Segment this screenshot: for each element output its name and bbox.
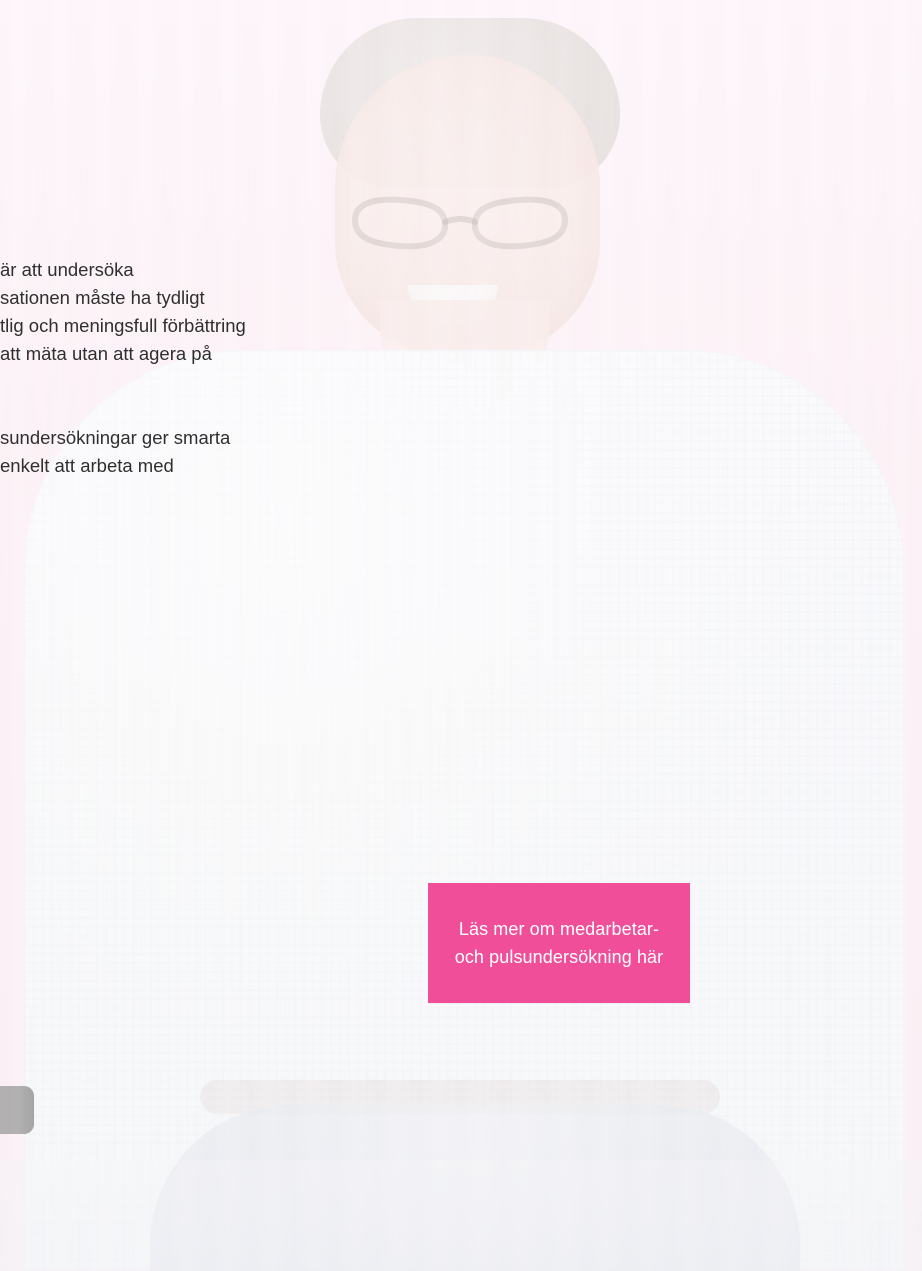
text-line: sationen måste ha tydligt <box>0 287 205 308</box>
read-more-line-1: Läs mer om medarbetar- <box>458 919 660 939</box>
text-line: enkelt att arbeta med <box>0 455 174 476</box>
text-line: tlig och meningsfull förbättring <box>0 315 246 336</box>
read-more-line-2: och pulsundersökning här <box>454 947 664 967</box>
text-line: sundersökningar ger smarta <box>0 427 231 448</box>
background-photo <box>0 0 922 1271</box>
body-text: är att undersöka sationen måste ha tydli… <box>0 256 420 480</box>
text-line: att mäta utan att agera på <box>0 343 212 364</box>
read-more-button-label: Läs mer om medarbetar- och pulsundersökn… <box>455 915 664 971</box>
overlay-wash <box>0 0 922 1271</box>
read-more-button[interactable]: Läs mer om medarbetar- och pulsundersökn… <box>428 883 690 1003</box>
text-line: är att undersöka <box>0 259 134 280</box>
page: är att undersöka sationen måste ha tydli… <box>0 0 922 1271</box>
